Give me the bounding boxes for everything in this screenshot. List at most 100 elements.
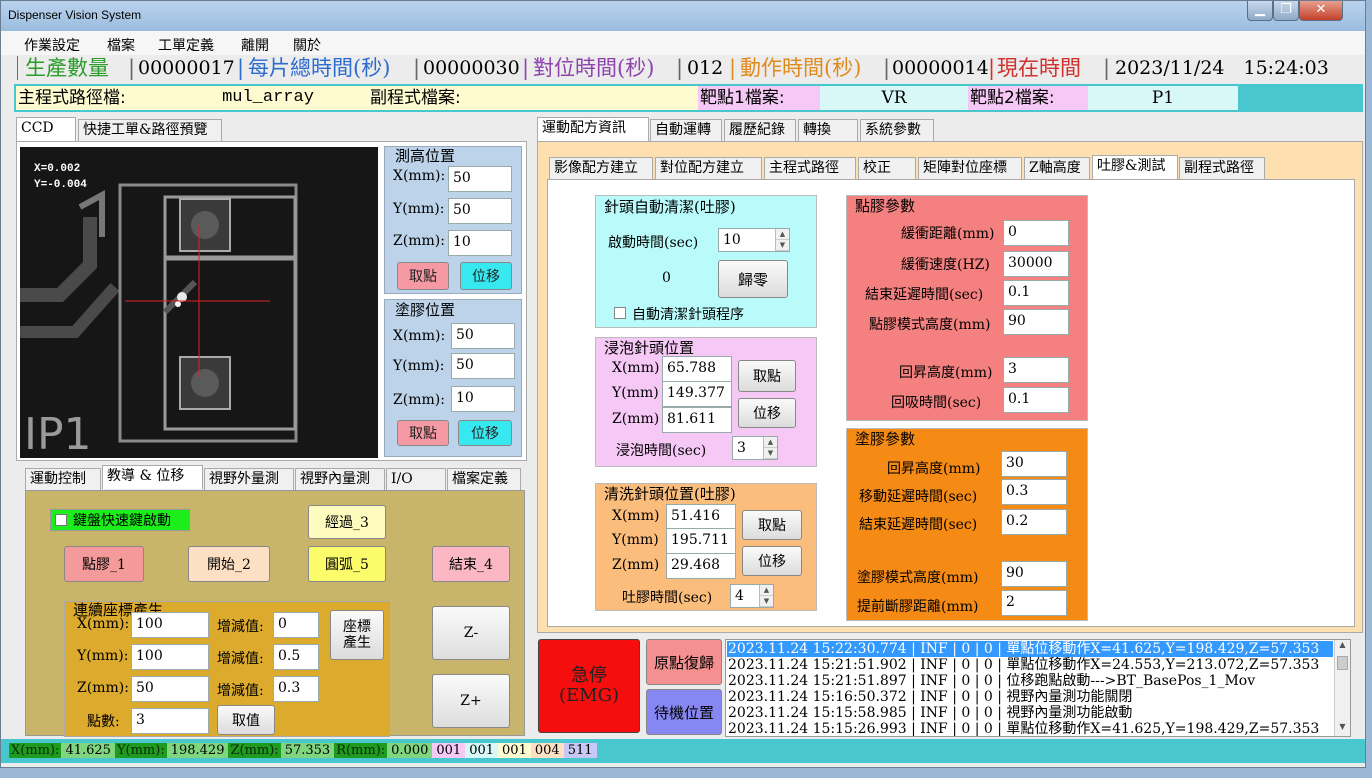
home-button[interactable]: 原點復歸 bbox=[646, 639, 722, 685]
tab-file-define[interactable]: 檔案定義 bbox=[447, 468, 521, 490]
dot-button[interactable]: 點膠_1 bbox=[64, 546, 144, 582]
height-pick-button[interactable]: 取點 bbox=[397, 262, 449, 290]
wash-move-button[interactable]: 位移 bbox=[742, 546, 802, 576]
soak-time-input[interactable]: 3 ▲ ▼ bbox=[732, 436, 778, 460]
menu-exit[interactable]: 離開 bbox=[241, 35, 269, 55]
height-x-input[interactable]: 50 bbox=[448, 166, 512, 192]
scroll-down-arrow-icon[interactable]: ▼ bbox=[1335, 722, 1350, 736]
wash-z-input[interactable]: 29.468 bbox=[666, 553, 736, 579]
glue-pick-button[interactable]: 取點 bbox=[397, 420, 449, 446]
glue-move-button[interactable]: 位移 bbox=[458, 420, 512, 446]
coat-end-delay-input[interactable]: 0.2 bbox=[1001, 509, 1067, 535]
keyboard-shortcut-checkbox[interactable] bbox=[55, 514, 67, 526]
glue-z-input[interactable]: 10 bbox=[451, 386, 515, 412]
status-code-4: 004 bbox=[530, 743, 564, 758]
tab-convert[interactable]: 轉換 bbox=[798, 119, 858, 141]
log-scrollbar[interactable]: ▲ ▼ bbox=[1334, 640, 1350, 736]
dot-rise-height-input[interactable]: 3 bbox=[1003, 357, 1069, 383]
log-entry[interactable]: 2023.11.24 15:21:51.897 | INF | 0 | 0 | … bbox=[728, 673, 1255, 689]
gen-x-input[interactable]: 100 bbox=[131, 612, 209, 638]
glue-position-group: 塗膠位置 X(mm): 50 Y(mm): 50 Z(mm): 10 取點 位移 bbox=[384, 299, 522, 457]
tab-motion-control[interactable]: 運動控制 bbox=[25, 468, 101, 490]
dot-buffer-distance-input[interactable]: 0 bbox=[1003, 220, 1069, 246]
coat-move-delay-input[interactable]: 0.3 bbox=[1001, 479, 1067, 505]
wash-time-input[interactable]: 4 ▲ ▼ bbox=[730, 584, 774, 608]
reset-zero-button[interactable]: 歸零 bbox=[718, 260, 788, 298]
dot-suck-time-input[interactable]: 0.1 bbox=[1003, 387, 1069, 413]
take-value-button[interactable]: 取值 bbox=[217, 705, 275, 735]
tab-history[interactable]: 履歷紀錄 bbox=[724, 119, 796, 141]
gen-y-input[interactable]: 100 bbox=[131, 644, 209, 670]
subtab-main-path[interactable]: 主程式路徑 bbox=[764, 157, 856, 179]
log-entry[interactable]: 2023.11.24 15:22:30.774 | INF | 0 | 0 | … bbox=[728, 641, 1319, 657]
tab-inner-measure[interactable]: 視野內量測 bbox=[295, 468, 385, 490]
menu-settings[interactable]: 作業設定 bbox=[24, 35, 80, 55]
height-z-input[interactable]: 10 bbox=[448, 230, 512, 256]
glue-x-input[interactable]: 50 bbox=[451, 323, 515, 349]
dot-mode-height-input[interactable]: 90 bbox=[1003, 309, 1069, 335]
close-button[interactable]: ✕ bbox=[1299, 1, 1343, 21]
coat-rise-height-input[interactable]: 30 bbox=[1001, 451, 1067, 477]
subtab-z-height[interactable]: Z軸高度 bbox=[1024, 157, 1090, 179]
z-plus-button[interactable]: Z+ bbox=[432, 674, 510, 728]
gen-dy-input[interactable]: 0.5 bbox=[273, 644, 319, 670]
tab-teach-move[interactable]: 教導 & 位移 bbox=[102, 465, 203, 489]
start-button[interactable]: 開始_2 bbox=[188, 546, 270, 582]
maximize-button[interactable]: ❐ bbox=[1273, 1, 1299, 21]
soak-z-input[interactable]: 81.611 bbox=[662, 407, 732, 433]
subtab-matrix-coords[interactable]: 矩陣對位座標 bbox=[918, 157, 1022, 179]
log-entry[interactable]: 2023.11.24 15:15:58.985 | INF | 0 | 0 | … bbox=[728, 705, 1132, 721]
menu-file[interactable]: 檔案 bbox=[107, 35, 135, 55]
auto-clean-title: 針頭自動清潔(吐膠) bbox=[604, 198, 736, 216]
height-move-button[interactable]: 位移 bbox=[460, 262, 512, 290]
standby-position-button[interactable]: 待機位置 bbox=[646, 689, 722, 735]
tab-io[interactable]: I/O bbox=[386, 468, 446, 490]
glue-y-input[interactable]: 50 bbox=[451, 353, 515, 379]
arc-button[interactable]: 圓弧_5 bbox=[308, 546, 386, 582]
gen-count-input[interactable]: 3 bbox=[131, 708, 209, 734]
emergency-stop-button[interactable]: 急停 (EMG) bbox=[538, 639, 640, 733]
coat-mode-height-input[interactable]: 90 bbox=[1001, 561, 1067, 587]
soak-pick-button[interactable]: 取點 bbox=[738, 360, 796, 392]
soak-y-input[interactable]: 149.377 bbox=[662, 381, 732, 407]
tab-motion-recipe[interactable]: 運動配方資訊 bbox=[537, 117, 649, 141]
scroll-up-arrow-icon[interactable]: ▲ bbox=[1335, 640, 1350, 654]
gen-dz-input[interactable]: 0.3 bbox=[273, 676, 319, 702]
subtab-spit-test[interactable]: 吐膠&測試 bbox=[1092, 155, 1178, 179]
subtab-calibrate[interactable]: 校正 bbox=[858, 157, 916, 179]
auto-clean-checkbox[interactable] bbox=[614, 307, 626, 319]
soak-move-button[interactable]: 位移 bbox=[738, 398, 796, 428]
subtab-align-recipe[interactable]: 對位配方建立 bbox=[655, 157, 762, 179]
gen-z-input[interactable]: 50 bbox=[131, 676, 209, 702]
dot-buffer-speed-input[interactable]: 30000 bbox=[1003, 251, 1069, 277]
height-y-input[interactable]: 50 bbox=[448, 198, 512, 224]
keyboard-shortcut-toggle[interactable]: 鍵盤快速鍵啟動 bbox=[50, 509, 190, 531]
dot-end-delay-input[interactable]: 0.1 bbox=[1003, 280, 1069, 306]
menu-workorder[interactable]: 工單定義 bbox=[158, 35, 214, 55]
tab-system-params[interactable]: 系統參數 bbox=[860, 119, 934, 141]
clean-start-input[interactable]: 10 ▲ ▼ bbox=[718, 228, 790, 252]
wash-pick-button[interactable]: 取點 bbox=[742, 510, 802, 540]
subtab-sub-path[interactable]: 副程式路徑 bbox=[1179, 157, 1265, 179]
log-entry[interactable]: 2023.11.24 15:16:50.372 | INF | 0 | 0 | … bbox=[728, 689, 1132, 705]
generate-coords-button[interactable]: 座標 產生 bbox=[330, 610, 384, 660]
pass-button[interactable]: 經過_3 bbox=[308, 505, 386, 539]
coat-cut-distance-input[interactable]: 2 bbox=[1001, 590, 1067, 616]
glue-y-label: Y(mm): bbox=[393, 358, 445, 374]
tab-quick-workorder[interactable]: 快捷工單&路徑預覽 bbox=[78, 119, 222, 141]
scroll-thumb[interactable] bbox=[1337, 656, 1348, 670]
tab-ccd[interactable]: CCD bbox=[16, 117, 76, 141]
wash-y-input[interactable]: 195.711 bbox=[666, 528, 736, 554]
tab-outer-measure[interactable]: 視野外量測 bbox=[204, 468, 294, 490]
minimize-button[interactable]: ▁ bbox=[1247, 1, 1273, 21]
tab-auto-run[interactable]: 自動運轉 bbox=[650, 119, 722, 141]
z-minus-button[interactable]: Z- bbox=[432, 606, 510, 660]
log-entry[interactable]: 2023.11.24 15:21:51.902 | INF | 0 | 0 | … bbox=[728, 657, 1319, 673]
end-button[interactable]: 結束_4 bbox=[432, 546, 510, 582]
wash-x-input[interactable]: 51.416 bbox=[666, 504, 736, 530]
gen-dx-input[interactable]: 0 bbox=[273, 612, 319, 638]
subtab-image-recipe[interactable]: 影像配方建立 bbox=[549, 157, 653, 179]
log-entry[interactable]: 2023.11.24 15:15:26.993 | INF | 0 | 0 | … bbox=[728, 721, 1319, 736]
menu-about[interactable]: 關於 bbox=[293, 35, 321, 55]
soak-x-input[interactable]: 65.788 bbox=[662, 356, 732, 382]
